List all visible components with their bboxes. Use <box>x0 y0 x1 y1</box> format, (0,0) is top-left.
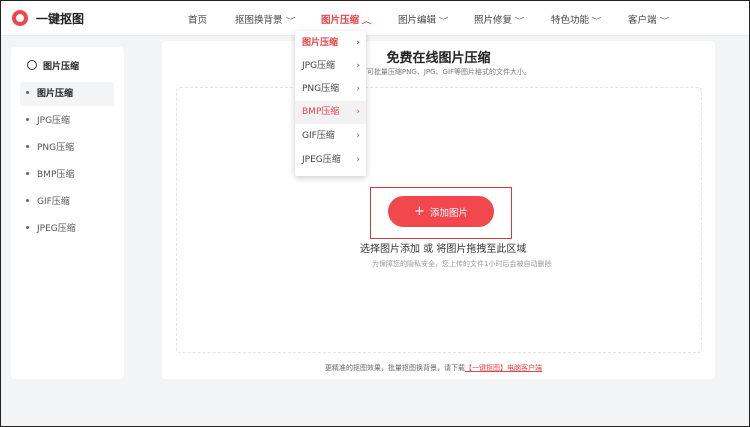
menu-item-label: GIF压缩 <box>302 131 335 141</box>
nav-repair-label: 照片修复 <box>474 15 513 26</box>
logo-icon[interactable] <box>12 10 28 26</box>
sidebar-item-label: JPEG压缩 <box>37 224 76 234</box>
menu-item-png[interactable]: PNG压缩 › <box>295 78 366 101</box>
chevron-down-icon: ﹀ <box>285 17 295 25</box>
sidebar-item-label: 图片压缩 <box>37 89 74 99</box>
sidebar: 图片压缩 图片压缩 JPG压缩 PNG压缩 BMP压缩 GIF压缩 JPEG压缩 <box>11 47 124 379</box>
sidebar-item-label: PNG压缩 <box>37 143 75 153</box>
sidebar-item-jpg[interactable]: JPG压缩 <box>20 109 114 133</box>
chevron-right-icon: › <box>356 84 360 94</box>
bullet-icon <box>26 226 29 229</box>
nav-features[interactable]: 特色功能 ﹀ <box>551 12 602 26</box>
chevron-down-icon: ﹀ <box>659 17 669 25</box>
sidebar-title: 图片压缩 <box>27 59 79 72</box>
privacy-notice: 为保障您的隐私安全，您上传的文件1小时后会被自动删除 <box>372 260 552 268</box>
menu-item-jpeg[interactable]: JPEG压缩 › <box>295 149 366 172</box>
page-title: 免费在线图片压缩 <box>386 51 491 66</box>
chevron-right-icon: › <box>356 61 360 71</box>
sidebar-item-jpeg[interactable]: JPEG压缩 <box>20 217 114 241</box>
nav-home-label: 首页 <box>188 15 208 26</box>
nav-features-label: 特色功能 <box>551 15 590 26</box>
sidebar-item-label: GIF压缩 <box>37 197 70 207</box>
plus-icon: + <box>414 203 425 219</box>
chevron-right-icon: › <box>356 131 360 141</box>
nav-client-label: 客户端 <box>628 15 657 26</box>
menu-item-image-compress[interactable]: 图片压缩 › <box>295 32 366 55</box>
add-image-button-label: 添加图片 <box>429 207 468 219</box>
footer-text: 更精准的抠图效果，批量抠图换背景，请下载 <box>325 364 465 372</box>
menu-item-label: 图片压缩 <box>302 38 339 48</box>
bullet-icon <box>26 199 29 202</box>
sidebar-item-image-compress[interactable]: 图片压缩 <box>20 82 114 106</box>
menu-item-label: JPG压缩 <box>302 61 336 71</box>
nav-edit[interactable]: 图片编辑 ﹀ <box>398 12 449 26</box>
nav-bg-change-label: 抠图换背景 <box>235 15 283 26</box>
compress-dropdown-menu: 图片压缩 › JPG压缩 › PNG压缩 › BMP压缩 › GIF压缩 › JPEG压缩… <box>295 31 366 176</box>
menu-item-label: JPEG压缩 <box>302 155 341 165</box>
top-header: 一键抠图 首页 抠图换背景 ﹀ 图片压缩 ︿ 图片编辑 ﹀ 照片修复 ﹀ 特色功能 ﹀ 客… <box>1 1 749 36</box>
menu-item-bmp[interactable]: BMP压缩 › <box>295 101 366 124</box>
chevron-right-icon: › <box>356 38 360 48</box>
nav-compress[interactable]: 图片压缩 ︿ <box>321 12 372 26</box>
chevron-up-icon: ︿ <box>361 17 372 25</box>
sidebar-item-bmp[interactable]: BMP压缩 <box>20 163 114 187</box>
bullet-icon <box>26 118 29 121</box>
chevron-down-icon: ﹀ <box>438 17 449 25</box>
client-download-link[interactable]: 【一键抠图】电脑客户端 <box>465 364 542 372</box>
sidebar-title-label: 图片压缩 <box>43 62 80 72</box>
add-image-button[interactable]: + 添加图片 <box>388 196 494 227</box>
page-subtitle: 功能，可批量压缩PNG、JPG、GIF等图片格式的文件大小。 <box>345 68 532 76</box>
chevron-down-icon: ﹀ <box>591 17 602 25</box>
bullet-icon <box>26 91 29 94</box>
menu-item-jpg[interactable]: JPG压缩 › <box>295 55 366 78</box>
nav-bg-change[interactable]: 抠图换背景 ﹀ <box>235 12 295 26</box>
bullet-icon <box>26 172 29 175</box>
nav-repair[interactable]: 照片修复 ﹀ <box>474 12 525 26</box>
gear-icon <box>27 60 37 70</box>
bullet-icon <box>26 145 29 148</box>
nav-edit-label: 图片编辑 <box>398 15 437 26</box>
nav-client[interactable]: 客户端 ﹀ <box>628 12 669 26</box>
sidebar-item-gif[interactable]: GIF压缩 <box>20 190 114 214</box>
sidebar-item-png[interactable]: PNG压缩 <box>20 136 114 160</box>
dropzone-instruction: 选择图片添加 或 将图片拖拽至此区域 <box>360 244 527 255</box>
chevron-down-icon: ﹀ <box>514 17 525 25</box>
nav-compress-label: 图片压缩 <box>321 15 360 26</box>
menu-item-label: BMP压缩 <box>302 107 340 117</box>
nav-home[interactable]: 首页 <box>188 12 207 26</box>
chevron-right-icon: › <box>356 107 360 117</box>
footer-notice: 更精准的抠图效果，批量抠图换背景，请下载【一键抠图】电脑客户端 <box>325 363 542 373</box>
sidebar-item-label: BMP压缩 <box>37 170 75 180</box>
menu-item-label: PNG压缩 <box>302 84 340 94</box>
brand-name[interactable]: 一键抠图 <box>36 10 84 27</box>
sidebar-item-label: JPG压缩 <box>37 116 71 126</box>
chevron-right-icon: › <box>356 155 360 165</box>
menu-item-gif[interactable]: GIF压缩 › <box>295 125 366 148</box>
